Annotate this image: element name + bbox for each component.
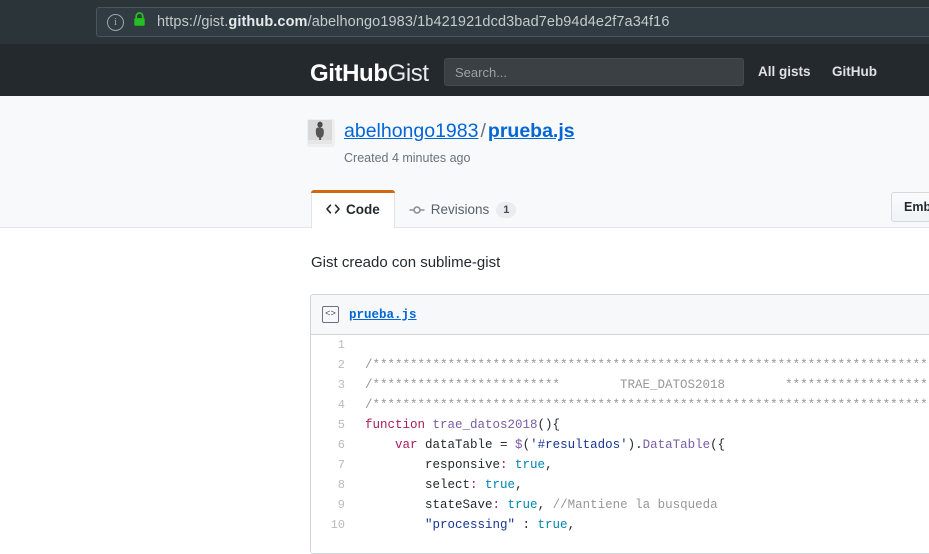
code-token: responsive: [365, 458, 501, 472]
line-content: responsive: true,: [355, 455, 553, 475]
logo-github-text: GitHub: [310, 60, 388, 87]
code-token: :: [500, 458, 516, 472]
git-commit-icon: [409, 204, 425, 216]
gist-tabs: Code Revisions 1: [311, 190, 530, 229]
code-token: '#resultados': [530, 438, 628, 452]
code-line: 4 /**************************************…: [311, 395, 929, 415]
code-listing[interactable]: 1 2 /*************************************…: [311, 335, 929, 553]
line-content: function trae_datos2018(){: [355, 415, 560, 435]
code-token: select: [365, 478, 471, 492]
code-token: :: [492, 498, 508, 512]
tab-code[interactable]: Code: [311, 190, 395, 229]
line-content: "processing" : true,: [355, 515, 575, 535]
code-line: 6 var dataTable = $('#resultados').DataT…: [311, 435, 929, 455]
code-token: true: [485, 478, 516, 492]
gist-filename-link[interactable]: prueba.js: [488, 120, 575, 142]
code-token: trae_datos2018: [432, 418, 538, 432]
title-separator: /: [480, 120, 486, 142]
code-token: $: [515, 438, 523, 452]
url-path: /abelhongo1983/1b421921dcd3bad7eb94d4e2f…: [307, 14, 670, 30]
code-file-icon: <>: [322, 306, 339, 323]
code-token: ,: [537, 498, 553, 512]
code-token: //Mantiene la busqueda: [552, 498, 718, 512]
lock-icon[interactable]: [133, 12, 146, 32]
code-line: 3 /************************* TRAE_DATOS20…: [311, 375, 929, 395]
code-token: (){: [537, 418, 561, 432]
url-host: github.com: [228, 14, 308, 30]
gist-logo[interactable]: GitHubGist: [310, 60, 429, 88]
code-line: 1: [311, 335, 929, 355]
avatar[interactable]: [307, 119, 335, 147]
nav-link-all-gists[interactable]: All gists: [758, 64, 811, 79]
code-token: /************************* TRAE_DATOS201…: [365, 378, 929, 392]
code-token: var: [395, 438, 426, 452]
browser-toolbar: i https://gist.github.com/abelhongo1983/…: [0, 0, 929, 44]
code-token: dataTable =: [425, 438, 516, 452]
code-token: ).: [627, 438, 643, 452]
code-token: :: [515, 518, 538, 532]
code-token: :: [470, 478, 486, 492]
code-token: ,: [515, 478, 523, 492]
line-number: 2: [337, 358, 345, 372]
nav-link-github[interactable]: GitHub: [832, 64, 877, 79]
logo-gist-text: Gist: [387, 60, 429, 87]
code-icon: [326, 203, 340, 215]
tab-code-label: Code: [346, 201, 380, 217]
file-name-link[interactable]: prueba.js: [349, 308, 417, 322]
tab-revisions-label: Revisions: [430, 202, 490, 217]
gist-description: Gist creado con sublime-gist: [311, 254, 501, 271]
line-content: var dataTable = $('#resultados').DataTab…: [355, 435, 725, 455]
tab-revisions[interactable]: Revisions 1: [395, 190, 531, 229]
file-header: <> prueba.js: [311, 295, 929, 335]
gist-created-timestamp: Created 4 minutes ago: [344, 151, 471, 165]
code-token: stateSave: [365, 498, 493, 512]
line-number: 9: [337, 498, 345, 512]
code-token: ,: [545, 458, 553, 472]
file-box: <> prueba.js 1 2 /************************…: [310, 294, 929, 554]
url-address-bar[interactable]: i https://gist.github.com/abelhongo1983/…: [96, 7, 929, 37]
code-token: /***************************************…: [365, 398, 929, 412]
line-number: 10: [330, 518, 345, 532]
line-number: 5: [337, 418, 345, 432]
code-line: 7 responsive: true,: [311, 455, 929, 475]
line-content: /************************* TRAE_DATOS201…: [355, 375, 929, 395]
code-token: /***************************************…: [365, 358, 929, 372]
embed-button[interactable]: Embed: [891, 192, 929, 222]
line-content: /***************************************…: [355, 355, 929, 375]
code-token: (: [522, 438, 531, 452]
code-line: 2 /**************************************…: [311, 355, 929, 375]
line-content: select: true,: [355, 475, 523, 495]
line-number: 3: [337, 378, 345, 392]
line-number: 7: [337, 458, 345, 472]
code-token: "processing": [425, 518, 516, 532]
line-number: 1: [337, 338, 345, 352]
line-content: stateSave: true, //Mantiene la busqueda: [355, 495, 718, 515]
url-scheme: https://gist.: [157, 14, 229, 30]
line-content: /***************************************…: [355, 395, 929, 415]
code-line: 8 select: true,: [311, 475, 929, 495]
code-token: true: [507, 498, 538, 512]
code-token: ({: [710, 438, 726, 452]
revisions-count-badge: 1: [496, 201, 517, 218]
url-text: https://gist.github.com/abelhongo1983/1b…: [157, 14, 669, 30]
search-input[interactable]: [444, 58, 744, 86]
info-icon[interactable]: i: [107, 13, 124, 31]
line-number: 6: [337, 438, 345, 452]
line-number: 8: [337, 478, 345, 492]
code-token: true: [515, 458, 546, 472]
code-token: ,: [567, 518, 576, 532]
gist-owner-link[interactable]: abelhongo1983: [344, 120, 478, 142]
code-line: 9 stateSave: true, //Mantiene la busqued…: [311, 495, 929, 515]
gist-title: abelhongo1983/prueba.js: [344, 120, 575, 143]
code-token: function: [365, 418, 433, 432]
code-line: 5 function trae_datos2018(){: [311, 415, 929, 435]
code-token: DataTable: [642, 438, 711, 452]
code-line: 10 "processing" : true,: [311, 515, 929, 535]
code-token: true: [537, 518, 568, 532]
line-number: 4: [337, 398, 345, 412]
